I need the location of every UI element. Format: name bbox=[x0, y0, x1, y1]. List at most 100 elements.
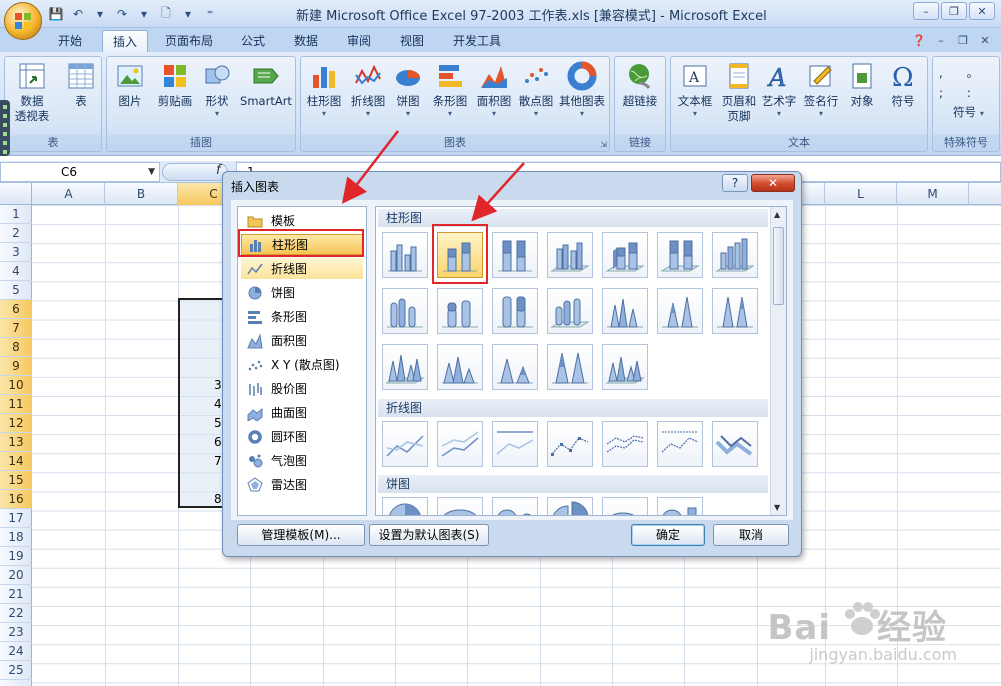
dropdown-icon[interactable]: ▾ bbox=[136, 6, 152, 22]
row-header[interactable]: 7 bbox=[0, 319, 32, 338]
row-header[interactable]: 12 bbox=[0, 414, 32, 433]
manage-templates-button[interactable]: 管理模板(M)... bbox=[237, 524, 365, 546]
row-header[interactable]: 3 bbox=[0, 243, 32, 262]
subtype-bar-of-pie[interactable] bbox=[657, 497, 703, 515]
other-charts-button[interactable]: 其他图表 ▾ bbox=[557, 61, 607, 119]
category-stock[interactable]: 股价图 bbox=[241, 378, 363, 399]
tab-developer[interactable]: 开发工具 bbox=[443, 30, 511, 52]
row-header[interactable]: 1 bbox=[0, 205, 32, 224]
special-symbol-punctuation[interactable]: , 。; : bbox=[939, 63, 989, 103]
save-icon[interactable]: 💾 bbox=[48, 6, 64, 22]
header-footer-button[interactable]: 页眉和 页脚 bbox=[717, 61, 761, 124]
subtype-stacked-pyramid[interactable] bbox=[492, 344, 538, 390]
row-header[interactable]: 2 bbox=[0, 224, 32, 243]
category-scatter[interactable]: X Y (散点图) bbox=[241, 354, 363, 375]
subtype-clustered-cylinder[interactable] bbox=[382, 288, 428, 334]
close-icon[interactable]: ✕ bbox=[977, 32, 993, 48]
clipart-button[interactable]: 剪贴画 bbox=[153, 61, 197, 109]
subtype-exploded-pie[interactable] bbox=[547, 497, 593, 515]
close-icon[interactable]: ✕ bbox=[969, 2, 995, 20]
picture-button[interactable]: 图片 bbox=[111, 61, 149, 109]
office-button[interactable] bbox=[4, 2, 42, 40]
line-chart-button[interactable]: 折线图 ▾ bbox=[347, 61, 389, 119]
subtype-3d-cone[interactable] bbox=[382, 344, 428, 390]
help-icon[interactable]: ❓ bbox=[911, 32, 927, 48]
category-line[interactable]: 折线图 bbox=[241, 258, 363, 279]
row-header[interactable]: 16 bbox=[0, 490, 32, 509]
signature-line-button[interactable]: 签名行 ▾ bbox=[799, 61, 843, 119]
undo-icon[interactable]: ↶ bbox=[70, 6, 86, 22]
tab-insert[interactable]: 插入 bbox=[102, 30, 149, 52]
category-templates[interactable]: 模板 bbox=[241, 210, 363, 231]
category-bar[interactable]: 条形图 bbox=[241, 306, 363, 327]
subtype-3d-100-stacked-column[interactable] bbox=[657, 232, 703, 278]
redo-icon[interactable]: ↷ bbox=[114, 6, 130, 22]
subtype-100-stacked-line[interactable] bbox=[492, 421, 538, 467]
subtype-clustered-pyramid[interactable] bbox=[437, 344, 483, 390]
row-header[interactable]: 8 bbox=[0, 338, 32, 357]
wordart-button[interactable]: A 艺术字 ▾ bbox=[757, 61, 801, 119]
scroll-down-icon[interactable]: ▼ bbox=[774, 503, 780, 512]
tab-data[interactable]: 数据 bbox=[284, 30, 328, 52]
smartart-button[interactable]: SmartArt bbox=[237, 61, 295, 109]
tab-home[interactable]: 开始 bbox=[48, 30, 92, 52]
restore-icon[interactable]: ❐ bbox=[941, 2, 967, 20]
symbol-button[interactable]: Ω 符号 bbox=[883, 61, 923, 109]
subtype-100-stacked-line-markers[interactable] bbox=[657, 421, 703, 467]
row-header[interactable]: 23 bbox=[0, 623, 32, 642]
row-header[interactable]: 24 bbox=[0, 642, 32, 661]
subtype-3d-column[interactable] bbox=[712, 232, 758, 278]
cell-value[interactable]: 3 bbox=[214, 378, 222, 392]
subtype-100-stacked-pyramid[interactable] bbox=[547, 344, 593, 390]
row-header[interactable]: 19 bbox=[0, 547, 32, 566]
row-header[interactable]: 13 bbox=[0, 433, 32, 452]
subtype-100-stacked-cylinder[interactable] bbox=[492, 288, 538, 334]
tab-view[interactable]: 视图 bbox=[390, 30, 434, 52]
row-header[interactable]: 22 bbox=[0, 604, 32, 623]
cancel-button[interactable]: 取消 bbox=[713, 524, 789, 546]
bar-chart-button[interactable]: 条形图 ▾ bbox=[429, 61, 471, 119]
subtype-clustered-column[interactable] bbox=[382, 232, 428, 278]
minimize-icon[interactable]: – bbox=[913, 2, 939, 20]
cell-value[interactable]: 6 bbox=[214, 435, 222, 449]
row-header[interactable]: 4 bbox=[0, 262, 32, 281]
restore-icon[interactable]: ❐ bbox=[955, 32, 971, 48]
subtype-stacked-line-markers[interactable] bbox=[602, 421, 648, 467]
row-header[interactable]: 6 bbox=[0, 300, 32, 319]
textbox-button[interactable]: A 文本框 ▾ bbox=[673, 61, 717, 119]
customize-qat-icon[interactable]: ⁼ bbox=[202, 6, 218, 22]
subtype-pie-of-pie[interactable] bbox=[492, 497, 538, 515]
subtype-3d-pyramid[interactable] bbox=[602, 344, 648, 390]
scroll-thumb[interactable] bbox=[773, 227, 784, 305]
subtype-3d-clustered-column[interactable] bbox=[547, 232, 593, 278]
row-header[interactable]: 21 bbox=[0, 585, 32, 604]
row-header[interactable]: 18 bbox=[0, 528, 32, 547]
print-preview-icon[interactable]: 🗋 bbox=[158, 6, 174, 22]
row-header[interactable]: 5 bbox=[0, 281, 32, 300]
insert-function-icon[interactable]: f bbox=[216, 163, 221, 178]
tab-review[interactable]: 审阅 bbox=[337, 30, 381, 52]
category-bubble[interactable]: 气泡图 bbox=[241, 450, 363, 471]
scroll-up-icon[interactable]: ▲ bbox=[774, 210, 780, 219]
ok-button[interactable]: 确定 bbox=[631, 524, 705, 546]
pivot-table-button[interactable]: 数据 透视表 bbox=[7, 61, 57, 124]
tab-formulas[interactable]: 公式 bbox=[231, 30, 275, 52]
subtype-100-stacked-column[interactable] bbox=[492, 232, 538, 278]
column-header[interactable]: L bbox=[825, 183, 897, 205]
cell-value[interactable]: 5 bbox=[214, 416, 222, 430]
row-header[interactable]: 10 bbox=[0, 376, 32, 395]
subtype-100-stacked-cone[interactable] bbox=[712, 288, 758, 334]
column-header[interactable]: M bbox=[897, 183, 969, 205]
dropdown-icon[interactable]: ▾ bbox=[92, 6, 108, 22]
table-button[interactable]: 表 bbox=[61, 61, 101, 109]
hyperlink-button[interactable]: 超链接 bbox=[617, 61, 663, 109]
close-icon[interactable]: ✕ bbox=[751, 174, 795, 192]
subtype-pie[interactable] bbox=[382, 497, 428, 515]
subtype-stacked-cone[interactable] bbox=[657, 288, 703, 334]
minimize-ribbon-icon[interactable]: – bbox=[933, 32, 949, 48]
column-header[interactable]: B bbox=[105, 183, 178, 205]
subtype-clustered-cone[interactable] bbox=[602, 288, 648, 334]
row-header[interactable]: 9 bbox=[0, 357, 32, 376]
scatter-chart-button[interactable]: 散点图 ▾ bbox=[515, 61, 557, 119]
help-icon[interactable]: ? bbox=[722, 174, 748, 192]
